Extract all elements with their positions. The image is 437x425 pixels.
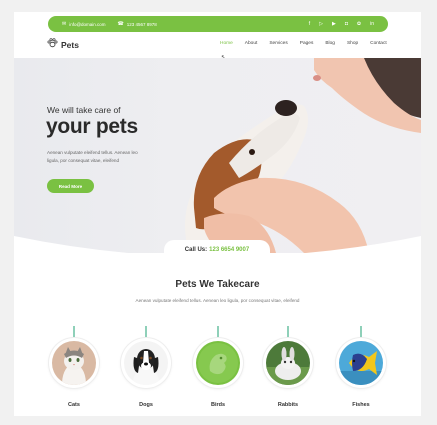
youtube-icon[interactable]: ▶ (332, 21, 336, 27)
pet-image-ring (121, 338, 171, 388)
nav-blog[interactable]: Blog (319, 41, 341, 46)
phone-info[interactable]: ☎ 123 4567 8978 (118, 21, 157, 27)
stem-line (145, 326, 147, 338)
nav-shop[interactable]: Shop (341, 41, 364, 46)
hero-subtitle: We will take care of (47, 105, 121, 115)
nav-pages[interactable]: Pages (294, 41, 320, 46)
bird-image (196, 341, 240, 385)
section-subtitle: Aenean vulputate eleifend tellus. Aenean… (135, 298, 300, 303)
phone-text: 123 4567 8978 (126, 21, 157, 27)
pet-label: Fishes (352, 402, 370, 408)
rabbit-image (266, 341, 310, 385)
pet-card-rabbits[interactable]: Rabbits (263, 326, 313, 416)
nav-about[interactable]: About (239, 41, 264, 46)
section-title: Pets We Takecare (175, 279, 260, 290)
pet-image-ring (49, 338, 99, 388)
nav-services[interactable]: Services (263, 41, 293, 46)
email-info[interactable]: ✉ info@domain.com (62, 21, 106, 27)
instagram-icon[interactable]: ◘ (345, 21, 348, 27)
hero-banner: We will take care of your pets Aenean vu… (14, 58, 421, 253)
stem-line (287, 326, 289, 338)
pet-label: Birds (210, 402, 226, 408)
call-label: Call Us: (184, 247, 208, 253)
twitter-icon[interactable]: ▷ (319, 21, 323, 27)
call-us-badge[interactable]: Call Us: 123 6654 9007 (164, 240, 270, 260)
logo-text: Pets (61, 39, 79, 50)
stem-line (73, 326, 75, 338)
dog-image (124, 341, 168, 385)
hero-text-line: ligula, por consequat vitae, eleifend (47, 158, 120, 163)
social-links: f ▷ ▶ ◘ ✿ in (309, 21, 374, 27)
email-text: info@domain.com (69, 21, 106, 27)
header: Pets Home About Services Pages Blog Shop… (14, 34, 421, 56)
paw-icon (47, 38, 58, 51)
pinterest-icon[interactable]: ✿ (357, 21, 361, 27)
nav-home[interactable]: Home (214, 41, 239, 46)
pet-card-cats[interactable]: Cats (49, 326, 99, 416)
pet-image-ring (193, 338, 243, 388)
hero-title: your pets (46, 115, 138, 138)
pet-card-dogs[interactable]: Dogs (121, 326, 171, 416)
pet-label: Cats (68, 402, 80, 408)
linkedin-icon[interactable]: in (370, 21, 374, 27)
pet-card-birds[interactable]: Birds (193, 326, 243, 416)
top-bar: ✉ info@domain.com ☎ 123 4567 8978 f ▷ ▶ … (48, 16, 388, 32)
pet-image-ring (336, 338, 386, 388)
logo[interactable]: Pets (47, 38, 79, 51)
read-more-button[interactable]: Read More (47, 179, 94, 193)
hero-text: Aenean vulputate eleifend tellus. Aenean… (47, 149, 167, 165)
hero-text-line: Aenean vulputate eleifend tellus. Aenean… (47, 150, 138, 155)
page: ✉ info@domain.com ☎ 123 4567 8978 f ▷ ▶ … (14, 12, 421, 416)
pet-card-fishes[interactable]: Fishes (336, 326, 386, 416)
phone-icon: ☎ (117, 21, 124, 27)
cat-image (52, 341, 96, 385)
pet-image-ring (263, 338, 313, 388)
pet-label: Rabbits (277, 402, 299, 408)
mail-icon: ✉ (62, 21, 67, 27)
main-nav: Home About Services Pages Blog Shop Cont… (214, 41, 393, 46)
facebook-icon[interactable]: f (309, 21, 310, 27)
call-number: 123 6654 9007 (209, 247, 250, 253)
stem-line (217, 326, 219, 338)
fish-image (339, 341, 383, 385)
nav-contact[interactable]: Contact (364, 41, 393, 46)
pet-label: Dogs (139, 402, 153, 408)
stem-line (360, 326, 362, 338)
